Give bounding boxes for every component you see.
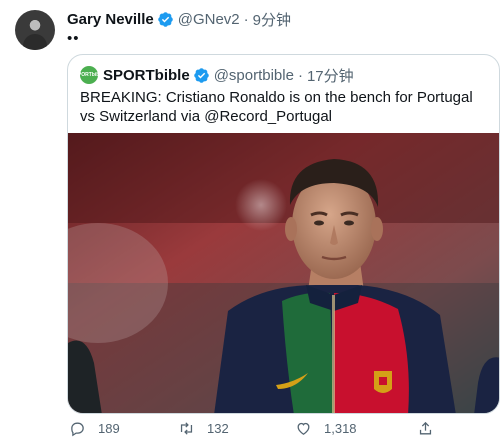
quoted-tweet-timestamp: 17分钟 <box>306 67 354 85</box>
reply-count: 189 <box>98 421 120 436</box>
retweet-button[interactable]: 132 <box>178 420 229 437</box>
tweet-actions: 189 132 1,318 <box>67 420 500 440</box>
like-count: 1,318 <box>324 421 357 436</box>
reply-icon <box>71 422 84 437</box>
retweet-count: 132 <box>207 421 229 436</box>
tweet-header: Gary Neville @GNev2 · 9分钟 <box>67 9 291 29</box>
tweet-timestamp[interactable]: 9分钟 <box>253 9 291 30</box>
quoted-author-name: SPORTbible <box>103 66 190 84</box>
share-button[interactable] <box>417 420 446 437</box>
tweet-text: •• <box>67 30 80 47</box>
separator-dot: · <box>243 10 249 28</box>
like-icon <box>297 422 310 435</box>
verified-badge-icon <box>157 11 173 27</box>
quoted-tweet-card[interactable]: SPORTbible SPORTbible @sportbible · 17分钟… <box>67 54 500 414</box>
retweet-icon <box>180 422 193 435</box>
like-button[interactable]: 1,318 <box>295 420 357 437</box>
share-icon <box>419 421 432 435</box>
quoted-author-avatar: SPORTbible <box>75 66 103 84</box>
quoted-author-handle: @sportbible <box>213 66 294 84</box>
author-handle[interactable]: @GNev2 <box>178 11 240 28</box>
reply-button[interactable]: 189 <box>69 420 120 437</box>
quoted-tweet-photo[interactable] <box>68 133 499 413</box>
quoted-tweet-header: SPORTbible SPORTbible @sportbible · 17分钟 <box>75 65 354 85</box>
ronaldo-photo <box>68 133 499 413</box>
author-name[interactable]: Gary Neville <box>67 11 154 28</box>
quoted-tweet-text: BREAKING: Cristiano Ronaldo is on the be… <box>80 89 473 125</box>
verified-badge-icon <box>193 67 209 83</box>
author-avatar[interactable] <box>15 10 55 50</box>
separator-dot: · <box>297 66 303 84</box>
